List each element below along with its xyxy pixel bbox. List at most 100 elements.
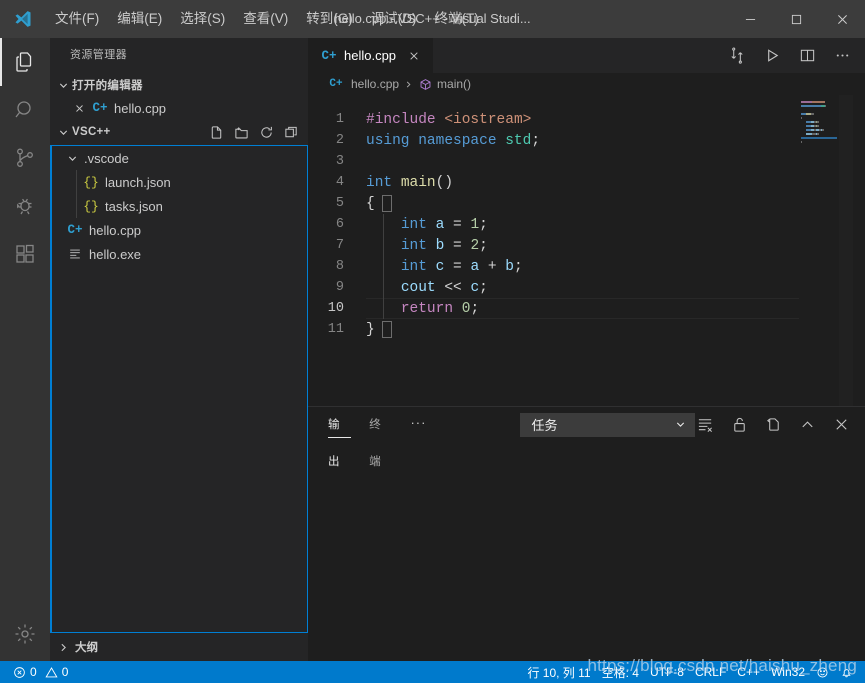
status-problems[interactable]: 0 0	[8, 661, 73, 683]
minimap-line	[817, 133, 819, 135]
menu-view[interactable]: 查看(V)	[234, 0, 297, 38]
cpp-file-icon: C+	[67, 223, 83, 237]
panel-content[interactable]	[308, 442, 865, 661]
open-editor-label: hello.cpp	[114, 100, 167, 116]
code-token: ;	[479, 279, 488, 296]
tree-item-tasks-json[interactable]: {} tasks.json	[52, 194, 307, 218]
section-outline[interactable]: 大纲	[50, 633, 308, 661]
bracket-match-highlight	[382, 195, 392, 212]
close-icon[interactable]	[405, 47, 423, 65]
close-icon[interactable]	[71, 100, 87, 116]
code-line[interactable]: 8 int c = a + b;	[308, 256, 865, 277]
unlock-icon[interactable]	[729, 414, 749, 436]
menu-selection[interactable]: 选择(S)	[171, 0, 234, 38]
status-indentation[interactable]: 空格: 4	[597, 661, 644, 683]
activity-settings[interactable]	[0, 607, 50, 661]
menu-terminal[interactable]: 终端(T)	[426, 0, 488, 38]
status-right: 行 10, 列 11 空格: 4 UTF-8 CRLF C++ Win32	[522, 661, 865, 683]
menu-file[interactable]: 文件(F)	[46, 0, 108, 38]
code-line[interactable]: 6 int a = 1;	[308, 214, 865, 235]
status-feedback[interactable]	[811, 661, 834, 683]
status-platform[interactable]: Win32	[766, 661, 810, 683]
status-language-mode[interactable]: C++	[732, 661, 765, 683]
collapse-all-icon[interactable]	[282, 123, 300, 141]
ellipsis-icon[interactable]	[831, 42, 853, 70]
tab-terminal[interactable]: 终端	[369, 407, 392, 468]
minimap[interactable]	[799, 95, 853, 406]
line-text: #include <iostream>	[366, 112, 531, 128]
refresh-icon[interactable]	[257, 123, 275, 141]
clear-icon[interactable]	[695, 414, 715, 436]
status-notifications[interactable]	[835, 661, 858, 683]
editor-area: C+ hello.cpp C+ hello.cpp main() 1 #incl…	[308, 38, 865, 661]
section-workspace[interactable]: VSC++	[50, 119, 308, 145]
menu-overflow-button[interactable]: ···	[488, 0, 525, 38]
code-line[interactable]: 1 #include <iostream>	[308, 109, 865, 130]
code-line[interactable]: 2 using namespace std;	[308, 130, 865, 151]
activity-source-control[interactable]	[0, 134, 50, 182]
split-editor-icon[interactable]	[796, 42, 818, 70]
tree-item-hello-cpp[interactable]: C+ hello.cpp	[52, 218, 307, 242]
chevron-down-icon	[55, 124, 71, 140]
menu-edit[interactable]: 编辑(E)	[108, 0, 171, 38]
breadcrumb-symbol[interactable]: main()	[418, 77, 471, 91]
close-button[interactable]	[819, 0, 865, 38]
bottom-panel: 输出 终端 ··· 任务	[308, 406, 865, 661]
minimap-line	[817, 121, 819, 123]
vscode-logo-icon	[0, 0, 46, 38]
code-token: int	[400, 258, 436, 275]
play-icon[interactable]	[761, 42, 783, 70]
code-line[interactable]: 3	[308, 151, 865, 172]
tree-item-vscode-folder[interactable]: .vscode	[52, 146, 307, 170]
line-text: using namespace std;	[366, 133, 540, 149]
line-number: 2	[335, 133, 344, 148]
status-cursor-position[interactable]: 行 10, 列 11	[522, 661, 595, 683]
activity-extensions[interactable]	[0, 230, 50, 278]
tab-hello-cpp[interactable]: C+ hello.cpp	[308, 38, 434, 73]
tab-output[interactable]: 输出	[328, 407, 352, 468]
new-folder-icon[interactable]	[232, 123, 250, 141]
close-icon[interactable]	[831, 414, 851, 436]
activity-search[interactable]	[0, 86, 50, 134]
breadcrumb-file[interactable]: C+ hello.cpp	[327, 77, 399, 91]
section-open-editors[interactable]: 打开的编辑器	[50, 73, 308, 97]
new-file-icon[interactable]	[207, 123, 225, 141]
open-editor-icon[interactable]	[763, 414, 783, 436]
maximize-button[interactable]	[773, 0, 819, 38]
cpp-file-icon: C+	[321, 48, 337, 63]
tab-label: hello.cpp	[344, 48, 397, 63]
code-line[interactable]: 9 cout << c;	[308, 277, 865, 298]
minimize-button[interactable]	[727, 0, 773, 38]
indent-guide	[383, 214, 384, 319]
code-token: +	[487, 258, 506, 275]
tree-item-hello-exe[interactable]: hello.exe	[52, 242, 307, 266]
chevron-up-icon[interactable]	[797, 414, 817, 436]
code-line[interactable]: 10 return 0;	[308, 298, 865, 319]
code-editor[interactable]: 1 #include <iostream> 2 using namespace std…	[308, 95, 865, 406]
split-sync-icon[interactable]	[726, 42, 748, 70]
chevron-down-icon	[675, 419, 686, 430]
activity-debug[interactable]	[0, 182, 50, 230]
panel-tabs-overflow[interactable]: ···	[410, 407, 426, 442]
warning-triangle-icon	[45, 666, 58, 679]
status-eol[interactable]: CRLF	[690, 661, 731, 683]
menu-debug[interactable]: 调试(D)	[362, 0, 426, 38]
bell-icon	[840, 666, 853, 679]
tree-item-label: .vscode	[84, 150, 129, 166]
menu-go[interactable]: 转到(G)	[297, 0, 362, 38]
status-encoding[interactable]: UTF-8	[645, 661, 689, 683]
code-line[interactable]: 7 int b = 2;	[308, 235, 865, 256]
code-line[interactable]: 4 int main()	[308, 172, 865, 193]
line-number: 4	[335, 175, 344, 190]
minimap-slider[interactable]	[839, 95, 853, 406]
code-token: return	[400, 300, 462, 317]
editor-actions	[726, 38, 865, 73]
editor-scrollbar[interactable]	[853, 95, 865, 406]
code-token: int	[400, 237, 436, 254]
open-editor-item[interactable]: C+ hello.cpp	[50, 97, 308, 119]
activity-explorer[interactable]	[0, 38, 50, 86]
tree-item-launch-json[interactable]: {} launch.json	[52, 170, 307, 194]
line-text: int b = 2;	[366, 238, 488, 254]
output-channel-select[interactable]: 任务	[520, 412, 695, 437]
minimap-line	[801, 101, 813, 103]
